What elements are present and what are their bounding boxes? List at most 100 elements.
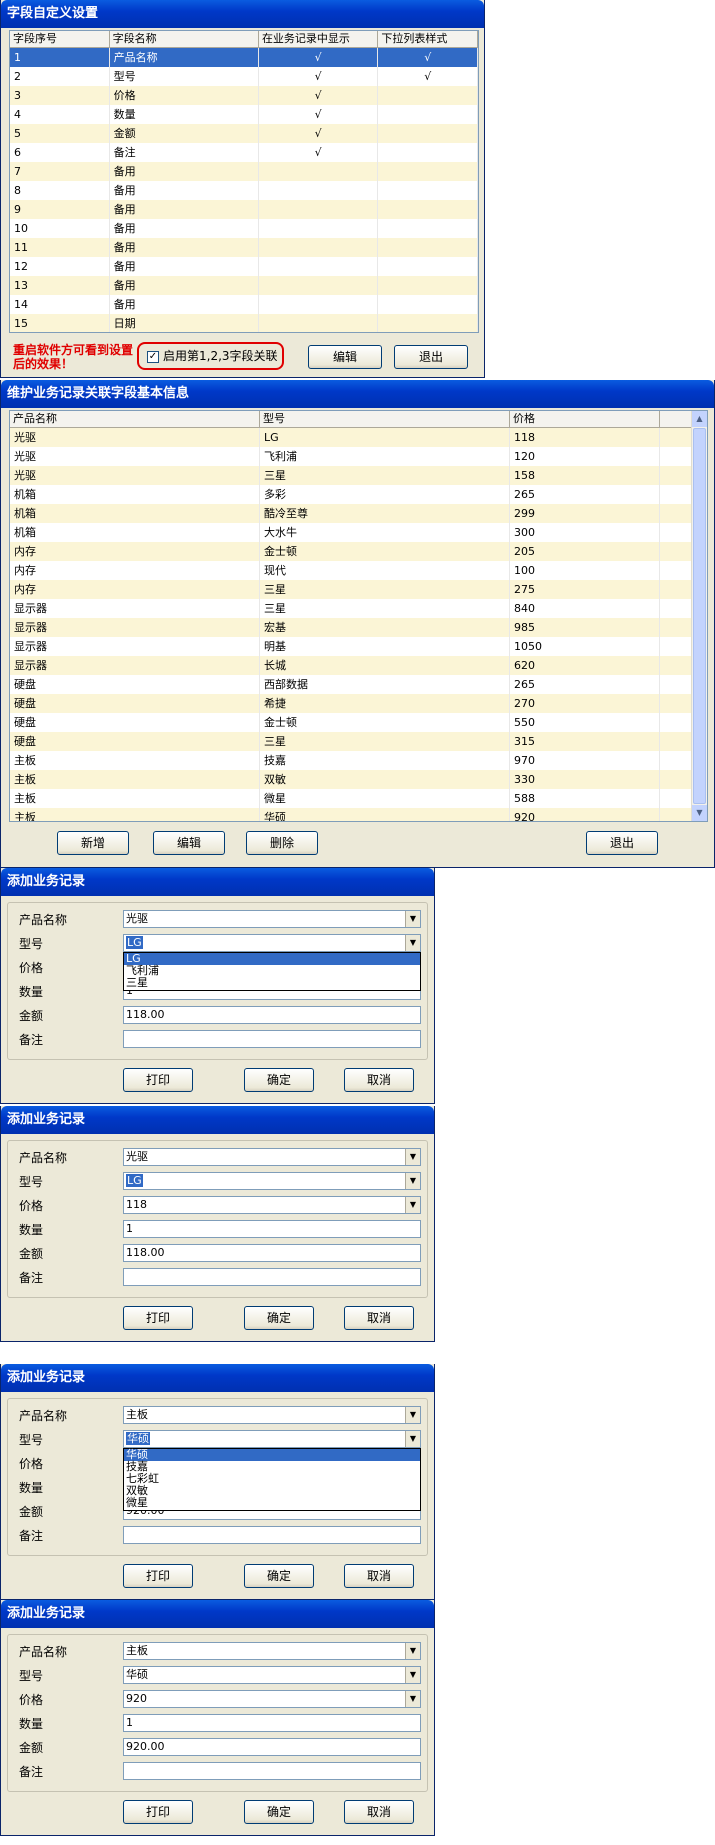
table-row[interactable]: 光驱 三星 158 [10, 466, 707, 485]
price-combo[interactable]: 920 ▼ [123, 1690, 421, 1708]
amount-field[interactable]: 118.00 [123, 1244, 421, 1262]
product-name-combo[interactable]: 主板 ▼ [123, 1642, 421, 1660]
table-row[interactable]: 2 型号 √ √ [10, 67, 478, 86]
cancel-button[interactable]: 取消 [344, 1564, 414, 1588]
chevron-down-icon[interactable]: ▼ [405, 1643, 420, 1659]
delete-button[interactable]: 删除 [246, 831, 318, 855]
table-row[interactable]: 11 备用 [10, 238, 478, 257]
dropdown-option[interactable]: LG [124, 953, 420, 965]
note-field[interactable] [123, 1762, 421, 1780]
note-field[interactable] [123, 1526, 421, 1544]
chevron-down-icon[interactable]: ▼ [405, 1197, 420, 1213]
col-header[interactable]: 字段序号 [10, 31, 110, 47]
chevron-down-icon[interactable]: ▼ [405, 1407, 420, 1423]
table-row[interactable]: 主板 微星 588 [10, 789, 707, 808]
table-row[interactable]: 显示器 明基 1050 [10, 637, 707, 656]
table-row[interactable]: 主板 华硕 920 [10, 808, 707, 821]
chevron-down-icon[interactable]: ▼ [405, 1149, 420, 1165]
dropdown-option[interactable]: 华硕 [124, 1449, 420, 1461]
print-button[interactable]: 打印 [123, 1068, 193, 1092]
dropdown-option[interactable]: 七彩虹 [124, 1473, 420, 1485]
col-header[interactable]: 产品名称 [10, 411, 260, 427]
table-row[interactable]: 内存 现代 100 [10, 561, 707, 580]
chevron-down-icon[interactable]: ▼ [405, 1173, 420, 1189]
checkbox-check-icon[interactable]: ✓ [147, 350, 159, 363]
table-row[interactable]: 硬盘 金士顿 550 [10, 713, 707, 732]
product-name-combo[interactable]: 光驱 ▼ [123, 1148, 421, 1166]
note-field[interactable] [123, 1030, 421, 1048]
model-combo[interactable]: LG ▼ [123, 1172, 421, 1190]
chevron-down-icon[interactable]: ▼ [405, 1691, 420, 1707]
table-row[interactable]: 13 备用 [10, 276, 478, 295]
chevron-down-icon[interactable]: ▼ [405, 1431, 420, 1447]
print-button[interactable]: 打印 [123, 1564, 193, 1588]
note-field[interactable] [123, 1268, 421, 1286]
col-header[interactable]: 型号 [260, 411, 510, 427]
table-row[interactable]: 机箱 多彩 265 [10, 485, 707, 504]
table-row[interactable]: 12 备用 [10, 257, 478, 276]
model-combo[interactable]: LG ▼ [123, 934, 421, 952]
table-row[interactable]: 6 备注 √ [10, 143, 478, 162]
print-button[interactable]: 打印 [123, 1306, 193, 1330]
ok-button[interactable]: 确定 [244, 1564, 314, 1588]
product-name-combo[interactable]: 光驱 ▼ [123, 910, 421, 928]
table-row[interactable]: 机箱 大水牛 300 [10, 523, 707, 542]
table-row[interactable]: 14 备用 [10, 295, 478, 314]
exit-button[interactable]: 退出 [394, 345, 468, 369]
quantity-field[interactable]: 1 [123, 1714, 421, 1732]
price-combo[interactable]: 118 ▼ [123, 1196, 421, 1214]
col-header[interactable]: 价格 [510, 411, 660, 427]
table-row[interactable]: 4 数量 √ [10, 105, 478, 124]
table-row[interactable]: 1 产品名称 √ √ [10, 48, 478, 67]
add-button[interactable]: 新增 [57, 831, 129, 855]
dropdown-option[interactable]: 技嘉 [124, 1461, 420, 1473]
ok-button[interactable]: 确定 [244, 1800, 314, 1824]
model-combo[interactable]: 华硕 ▼ [123, 1666, 421, 1684]
dropdown-option[interactable]: 三星 [124, 977, 420, 989]
scroll-up-icon[interactable]: ▲ [692, 411, 707, 427]
print-button[interactable]: 打印 [123, 1800, 193, 1824]
edit-button[interactable]: 编辑 [153, 831, 225, 855]
cancel-button[interactable]: 取消 [344, 1068, 414, 1092]
table-row[interactable]: 主板 技嘉 970 [10, 751, 707, 770]
col-header[interactable]: 下拉列表样式 [378, 31, 478, 47]
scroll-thumb[interactable] [693, 428, 706, 804]
cancel-button[interactable]: 取消 [344, 1800, 414, 1824]
ok-button[interactable]: 确定 [244, 1068, 314, 1092]
quantity-field[interactable]: 1 [123, 1220, 421, 1238]
chevron-down-icon[interactable]: ▼ [405, 911, 420, 927]
chevron-down-icon[interactable]: ▼ [405, 1667, 420, 1683]
amount-field[interactable]: 118.00 [123, 1006, 421, 1024]
dropdown-option[interactable]: 双敏 [124, 1485, 420, 1497]
dropdown-option[interactable]: 微星 [124, 1497, 420, 1509]
col-header[interactable]: 字段名称 [110, 31, 259, 47]
table-row[interactable]: 光驱 飞利浦 120 [10, 447, 707, 466]
table-row[interactable]: 9 备用 [10, 200, 478, 219]
table-row[interactable]: 15 日期 [10, 314, 478, 332]
table-row[interactable]: 显示器 宏基 985 [10, 618, 707, 637]
table-row[interactable]: 机箱 酷冷至尊 299 [10, 504, 707, 523]
edit-button[interactable]: 编辑 [308, 345, 382, 369]
col-header[interactable]: 在业务记录中显示 [259, 31, 379, 47]
model-combo[interactable]: 华硕 ▼ [123, 1430, 421, 1448]
table-row[interactable]: 显示器 长城 620 [10, 656, 707, 675]
dropdown-option[interactable]: 飞利浦 [124, 965, 420, 977]
ok-button[interactable]: 确定 [244, 1306, 314, 1330]
amount-field[interactable]: 920.00 [123, 1738, 421, 1756]
table-row[interactable]: 7 备用 [10, 162, 478, 181]
table-row[interactable]: 硬盘 希捷 270 [10, 694, 707, 713]
link-fields-checkbox[interactable]: ✓ 启用第1,2,3字段关联 [137, 342, 284, 370]
exit-button[interactable]: 退出 [586, 831, 658, 855]
scroll-down-icon[interactable]: ▼ [692, 805, 707, 821]
table-row[interactable]: 10 备用 [10, 219, 478, 238]
table-row[interactable]: 内存 金士顿 205 [10, 542, 707, 561]
vertical-scrollbar[interactable]: ▲ ▼ [691, 411, 707, 821]
table-row[interactable]: 3 价格 √ [10, 86, 478, 105]
model-dropdown-list[interactable]: 华硕 技嘉 七彩虹 双敏 微星 [123, 1448, 421, 1511]
model-dropdown-list[interactable]: LG 飞利浦 三星 [123, 952, 421, 991]
cancel-button[interactable]: 取消 [344, 1306, 414, 1330]
chevron-down-icon[interactable]: ▼ [405, 935, 420, 951]
table-row[interactable]: 硬盘 三星 315 [10, 732, 707, 751]
product-name-combo[interactable]: 主板 ▼ [123, 1406, 421, 1424]
table-row[interactable]: 硬盘 西部数据 265 [10, 675, 707, 694]
